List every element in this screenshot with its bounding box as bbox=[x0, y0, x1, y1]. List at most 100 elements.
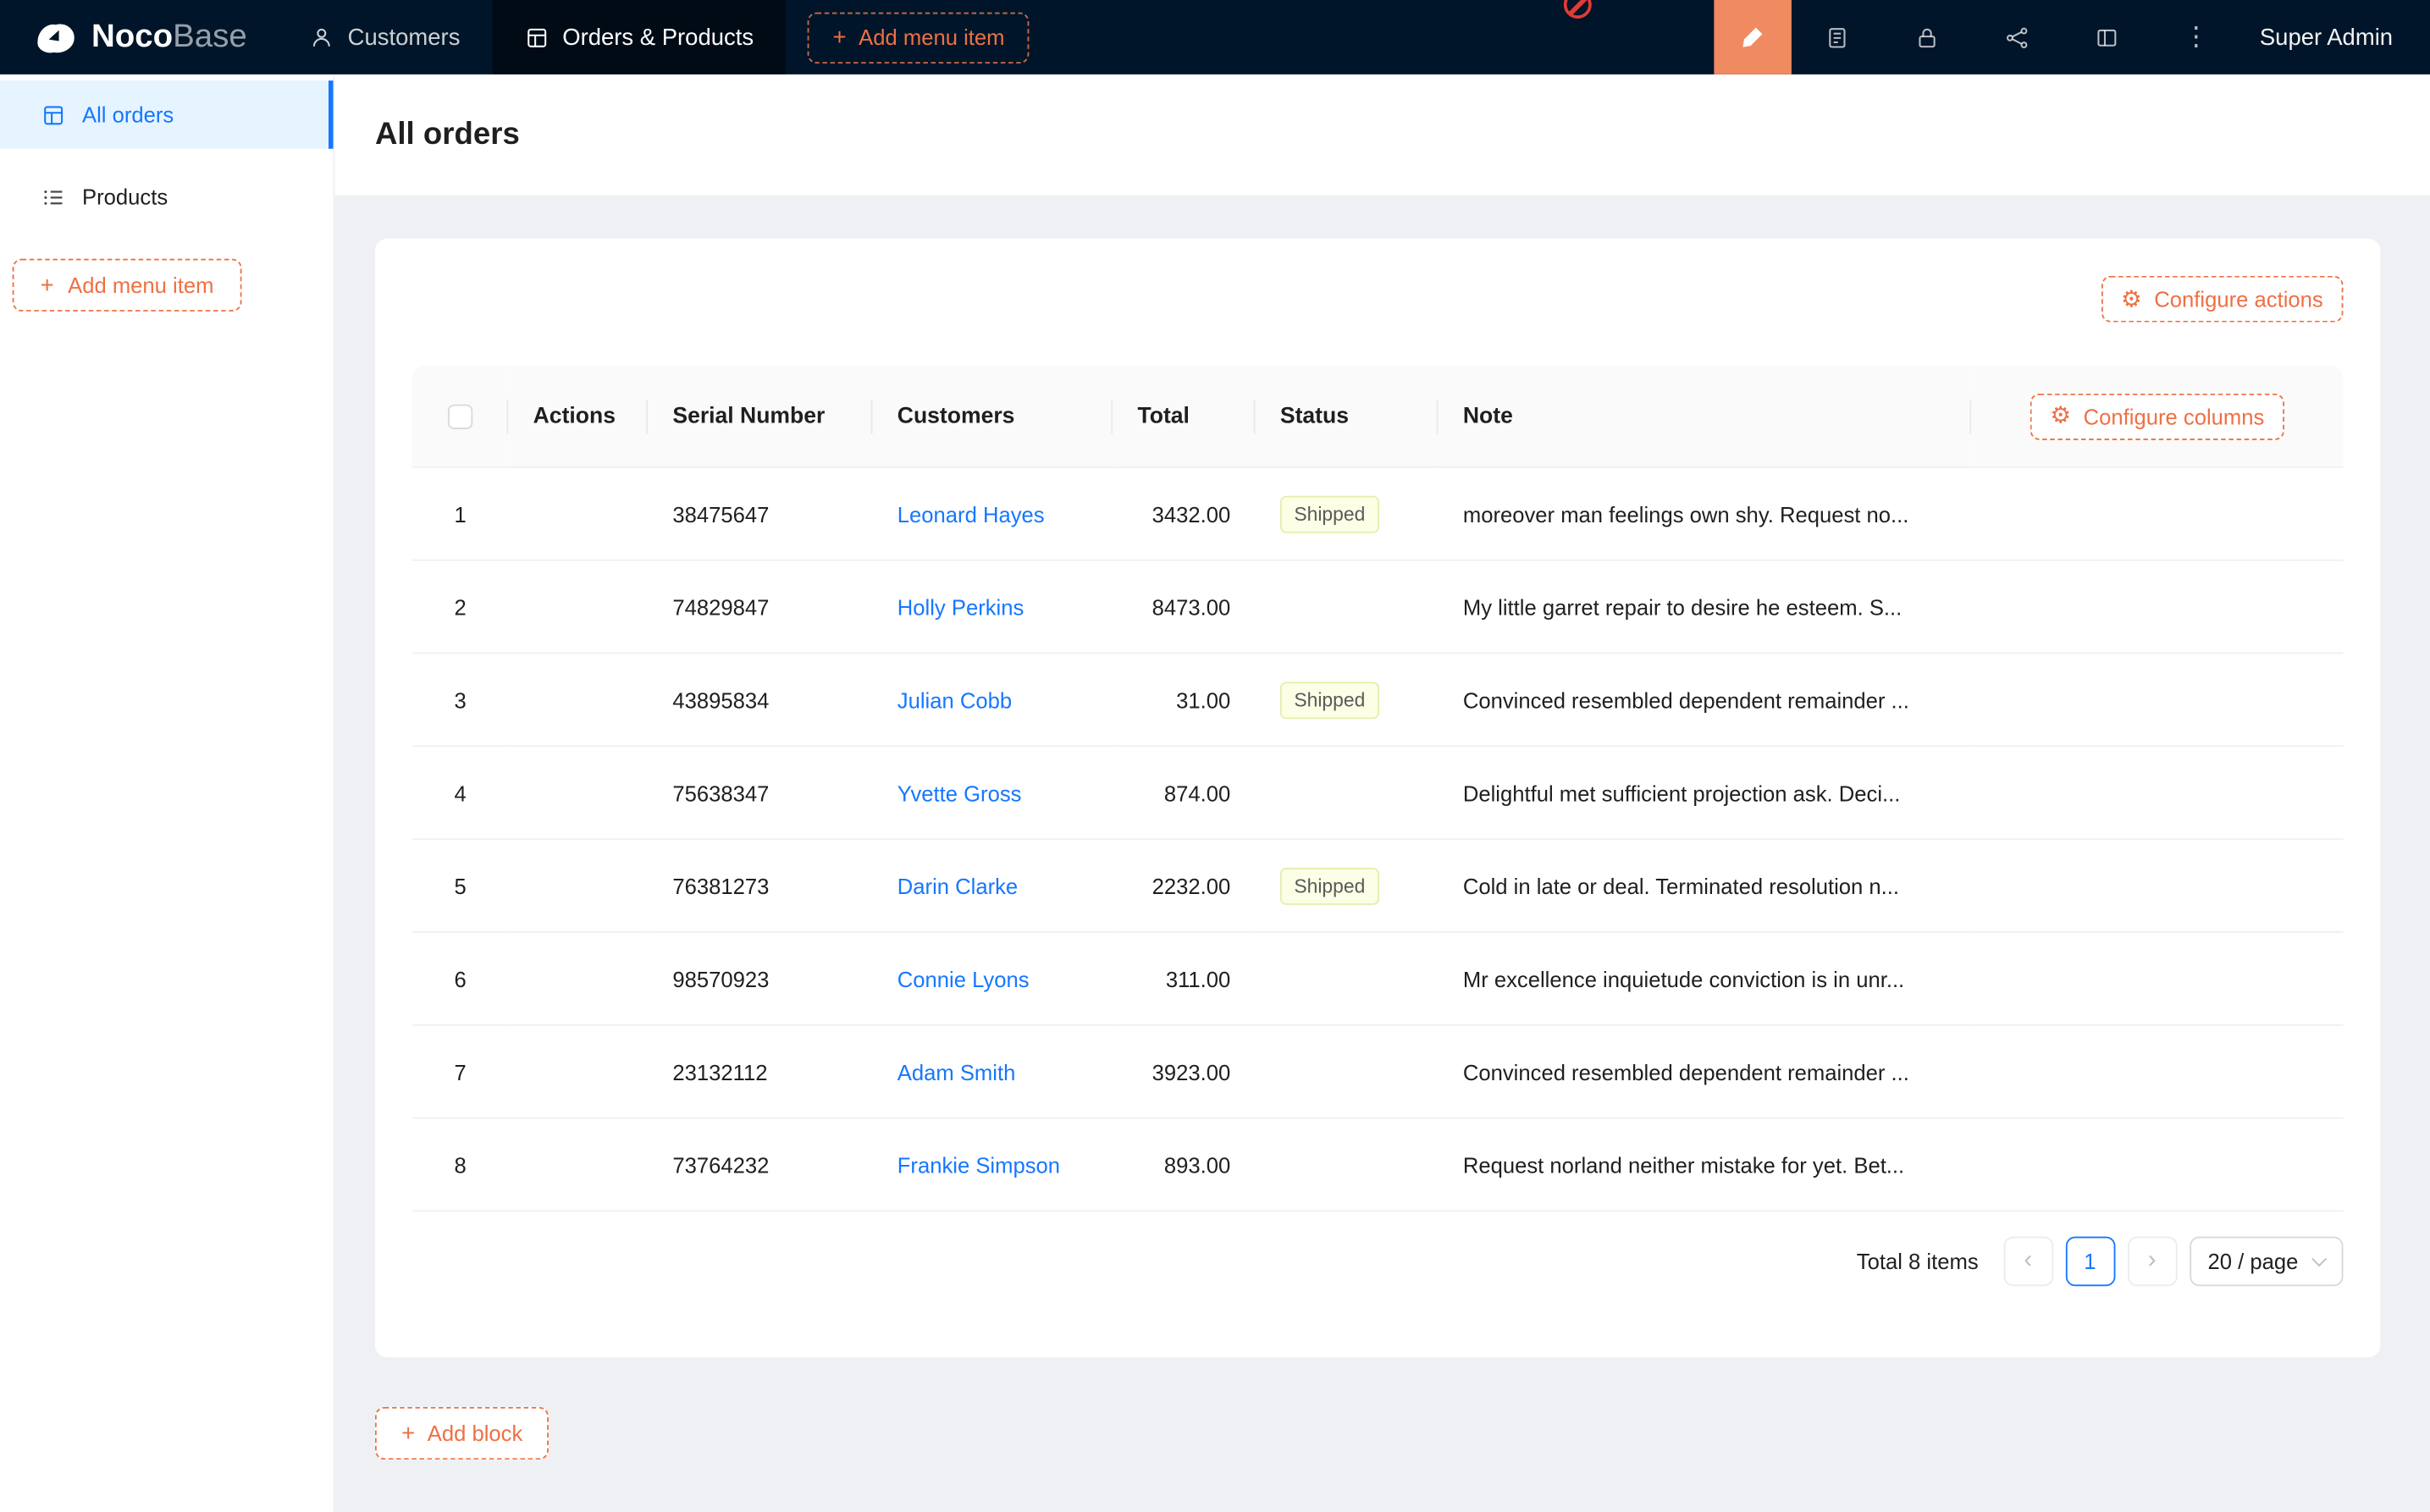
gear-icon: ⚙ bbox=[2050, 405, 2071, 428]
note-cell: Delightful met sufficient projection ask… bbox=[1439, 747, 1972, 840]
customer-cell: Connie Lyons bbox=[872, 933, 1113, 1026]
list-icon bbox=[41, 185, 64, 208]
row-actions-cell bbox=[508, 840, 648, 933]
plus-icon: + bbox=[832, 25, 846, 48]
highlighter-pen-icon bbox=[1741, 25, 1765, 49]
sidebar-add-menu-item-button[interactable]: + Add menu item bbox=[13, 259, 242, 312]
row-actions-cell bbox=[508, 654, 648, 747]
customer-link[interactable]: Leonard Hayes bbox=[897, 501, 1045, 526]
row-index-cell: 1 bbox=[412, 468, 508, 561]
serial-cell: 98570923 bbox=[648, 933, 872, 1026]
serial-cell: 38475647 bbox=[648, 468, 872, 561]
configure-columns-label: Configure columns bbox=[2084, 404, 2265, 428]
select-all-checkbox[interactable] bbox=[448, 404, 472, 428]
nocobase-logo[interactable]: NocoBase bbox=[0, 0, 278, 74]
add-menu-item-label: Add menu item bbox=[68, 273, 213, 297]
pagination-prev-button[interactable]: ‹ bbox=[2003, 1237, 2053, 1287]
add-menu-item-label: Add menu item bbox=[859, 25, 1004, 49]
customer-cell: Adam Smith bbox=[872, 1026, 1113, 1119]
sidebar-item-products[interactable]: Products bbox=[0, 163, 334, 231]
row-index: 7 bbox=[454, 1059, 466, 1084]
customer-link[interactable]: Adam Smith bbox=[897, 1059, 1016, 1084]
row-index-cell: 5 bbox=[412, 840, 508, 933]
page-title: All orders bbox=[375, 117, 520, 152]
row-actions-cell bbox=[508, 1026, 648, 1119]
top-menu-item-customers[interactable]: Customers bbox=[278, 0, 493, 74]
sidebar-item-all-orders[interactable]: All orders bbox=[0, 80, 334, 149]
api-button[interactable] bbox=[1971, 0, 2061, 74]
sidebar-item-label: All orders bbox=[82, 102, 174, 127]
chevron-down-icon bbox=[2311, 1250, 2327, 1266]
status-badge: Shipped bbox=[1280, 867, 1379, 904]
topbar-add-menu-item-button[interactable]: + Add menu item bbox=[808, 12, 1030, 63]
row-index-cell: 8 bbox=[412, 1119, 508, 1212]
orders-table-body: 1 38475647 Leonard Hayes 3432.00 Shipped… bbox=[412, 468, 2344, 1212]
orders-table-icon bbox=[525, 25, 548, 48]
layout-button[interactable] bbox=[2062, 0, 2151, 74]
table-row: 5 76381273 Darin Clarke 2232.00 Shipped … bbox=[412, 840, 2344, 933]
customer-link[interactable]: Holly Perkins bbox=[897, 594, 1024, 619]
row-trailing-cell bbox=[1971, 747, 2343, 840]
pagination-page-1[interactable]: 1 bbox=[2065, 1237, 2115, 1287]
note-cell: Cold in late or deal. Terminated resolut… bbox=[1439, 840, 1972, 933]
customer-link[interactable]: Connie Lyons bbox=[897, 966, 1030, 991]
row-trailing-cell bbox=[1971, 468, 2343, 561]
chevron-right-icon: › bbox=[2148, 1249, 2157, 1273]
configure-actions-label: Configure actions bbox=[2154, 287, 2322, 312]
share-nodes-icon bbox=[2005, 25, 2028, 48]
pagination: Total 8 items ‹ 1 › 20 / page bbox=[412, 1237, 2344, 1287]
note-cell: moreover man feelings own shy. Request n… bbox=[1439, 468, 1972, 561]
top-menu-label: Customers bbox=[348, 24, 461, 50]
topbar-tools: ⋮ Super Admin bbox=[1715, 0, 2430, 74]
row-trailing-cell bbox=[1971, 840, 2343, 933]
customer-link[interactable]: Darin Clarke bbox=[897, 873, 1018, 897]
orders-table-block: ⚙ Configure actions Actio bbox=[375, 239, 2380, 1358]
configure-columns-button[interactable]: ⚙ Configure columns bbox=[2030, 393, 2285, 439]
total-cell: 874.00 bbox=[1113, 747, 1255, 840]
row-index: 8 bbox=[454, 1152, 466, 1177]
table-row: 1 38475647 Leonard Hayes 3432.00 Shipped… bbox=[412, 468, 2344, 561]
row-index: 1 bbox=[454, 501, 466, 526]
top-navbar: NocoBase Customers bbox=[0, 0, 2430, 74]
logo-text: NocoBase bbox=[91, 19, 247, 56]
serial-cell: 73764232 bbox=[648, 1119, 872, 1212]
column-header-total: Total bbox=[1113, 366, 1255, 468]
column-header-note: Note bbox=[1439, 366, 1972, 468]
pagination-next-button[interactable]: › bbox=[2127, 1237, 2177, 1287]
add-block-button[interactable]: + Add block bbox=[375, 1407, 549, 1460]
total-cell: 8473.00 bbox=[1113, 561, 1255, 654]
row-actions-cell bbox=[508, 933, 648, 1026]
main-area: All orders ⚙ Configure actions bbox=[334, 74, 2430, 1512]
sidebar: All orders Products + Add menu item bbox=[0, 74, 334, 1512]
row-trailing-cell bbox=[1971, 654, 2343, 747]
status-cell: Shipped bbox=[1256, 468, 1439, 561]
row-trailing-cell bbox=[1971, 561, 2343, 654]
row-index-cell: 6 bbox=[412, 933, 508, 1026]
serial-cell: 43895834 bbox=[648, 654, 872, 747]
configure-actions-button[interactable]: ⚙ Configure actions bbox=[2101, 276, 2343, 323]
total-cell: 31.00 bbox=[1113, 654, 1255, 747]
chevron-left-icon: ‹ bbox=[2024, 1249, 2032, 1273]
gear-icon: ⚙ bbox=[2121, 288, 2142, 311]
status-cell bbox=[1256, 1119, 1439, 1212]
docs-button[interactable] bbox=[1792, 0, 1881, 74]
customer-link[interactable]: Frankie Simpson bbox=[897, 1152, 1060, 1177]
more-options-button[interactable]: ⋮ bbox=[2151, 0, 2241, 74]
customer-link[interactable]: Julian Cobb bbox=[897, 687, 1012, 712]
sidebar-item-label: Products bbox=[82, 185, 168, 209]
page-size-select[interactable]: 20 / page bbox=[2190, 1237, 2344, 1287]
top-menu-item-orders-products[interactable]: Orders & Products bbox=[493, 0, 787, 74]
user-menu[interactable]: Super Admin bbox=[2241, 0, 2430, 74]
customer-link[interactable]: Yvette Gross bbox=[897, 781, 1022, 805]
table-row: 4 75638347 Yvette Gross 874.00 Delightfu… bbox=[412, 747, 2344, 840]
configure-columns-header: ⚙ Configure columns bbox=[1971, 366, 2343, 468]
layout-icon bbox=[2095, 25, 2118, 48]
nocobase-logo-icon bbox=[34, 19, 77, 55]
user-name: Super Admin bbox=[2260, 24, 2393, 50]
serial-cell: 76381273 bbox=[648, 840, 872, 933]
ui-editor-button[interactable] bbox=[1715, 0, 1792, 74]
permissions-button[interactable] bbox=[1881, 0, 1971, 74]
users-icon bbox=[311, 25, 334, 48]
status-cell bbox=[1256, 747, 1439, 840]
top-menu: Customers Orders & Products bbox=[278, 0, 786, 74]
